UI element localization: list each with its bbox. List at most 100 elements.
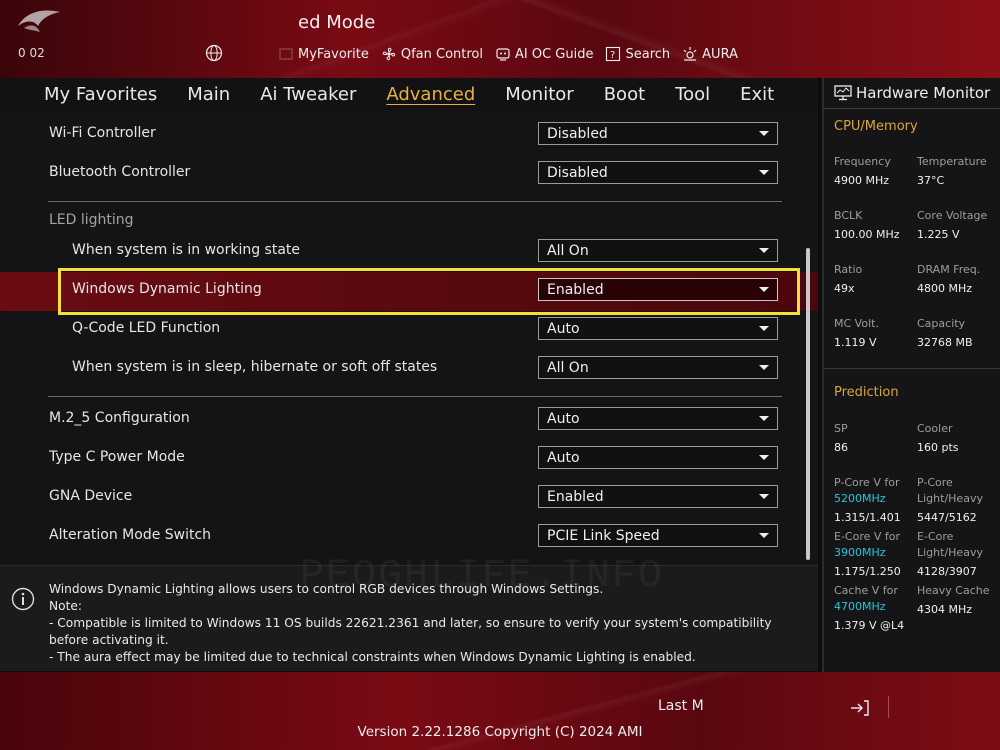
help-panel: PEOGHLIFE.INFO Windows Dynamic Lighting … bbox=[0, 554, 818, 671]
tab-my-favorites[interactable]: My Favorites bbox=[44, 84, 157, 105]
setting-row-working-state[interactable]: When system is in working state All On bbox=[0, 233, 818, 272]
mode-title: ed Mode bbox=[298, 12, 376, 33]
hw-bclk: BCLK 100.00 MHz bbox=[834, 208, 900, 243]
hw-key: BCLK bbox=[834, 209, 863, 222]
dropdown-caret-icon bbox=[759, 326, 769, 331]
ai-oc-guide-button[interactable]: AI OC Guide bbox=[495, 46, 593, 62]
hw-key: SP bbox=[834, 422, 848, 435]
dropdown-caret-icon bbox=[759, 365, 769, 370]
hw-key: P-Core V for bbox=[834, 476, 900, 489]
myfavorite-button[interactable]: MyFavorite bbox=[278, 46, 369, 62]
footer-bar: Last M Version 2.22.1286 Copyright (C) 2… bbox=[0, 672, 1000, 750]
gna-device-value: Enabled bbox=[547, 488, 604, 505]
settings-scrollbar[interactable] bbox=[806, 248, 810, 560]
aura-button[interactable]: AURA bbox=[682, 46, 738, 62]
typec-power-select[interactable]: Auto bbox=[538, 446, 778, 469]
monitor-icon bbox=[834, 85, 852, 101]
hw-value: 160 pts bbox=[917, 441, 959, 454]
last-modified-button[interactable]: Last M bbox=[658, 698, 704, 714]
help-description: Windows Dynamic Lighting allows users to… bbox=[49, 581, 809, 666]
hw-value: 1.225 V bbox=[917, 228, 960, 241]
tab-ai-tweaker[interactable]: Ai Tweaker bbox=[260, 84, 356, 105]
bluetooth-controller-label: Bluetooth Controller bbox=[49, 164, 191, 180]
ai-guide-icon bbox=[496, 48, 510, 61]
hw-key: Light/Heavy bbox=[917, 546, 983, 559]
hw-ecore-v: E-Core V for 3900MHz 1.175/1.250 bbox=[834, 529, 901, 580]
setting-row-sleep-state[interactable]: When system is in sleep, hibernate or so… bbox=[0, 350, 818, 389]
alteration-mode-select[interactable]: PCIE Link Speed bbox=[538, 524, 778, 547]
hw-value: 4304 MHz bbox=[917, 603, 973, 616]
favorite-icon bbox=[279, 48, 293, 60]
hw-freq-highlight: 3900MHz bbox=[834, 546, 886, 559]
language-globe-icon[interactable] bbox=[205, 44, 223, 62]
setting-row-qcode[interactable]: Q-Code LED Function Auto bbox=[0, 311, 818, 350]
sleep-state-select[interactable]: All On bbox=[538, 356, 778, 379]
wifi-controller-select[interactable]: Disabled bbox=[538, 122, 778, 145]
date-time: 0 02 bbox=[18, 46, 45, 60]
search-icon: ? bbox=[606, 46, 621, 62]
working-state-select[interactable]: All On bbox=[538, 239, 778, 262]
hw-key: P-Core bbox=[917, 476, 953, 489]
setting-row-gna[interactable]: GNA Device Enabled bbox=[0, 479, 818, 518]
setting-row-wifi[interactable]: Wi-Fi Controller Disabled bbox=[0, 116, 818, 155]
tab-boot[interactable]: Boot bbox=[604, 84, 645, 105]
gna-device-label: GNA Device bbox=[49, 488, 133, 504]
hw-key: Ratio bbox=[834, 263, 863, 276]
hw-freq-highlight: 4700MHz bbox=[834, 600, 886, 613]
gna-device-select[interactable]: Enabled bbox=[538, 485, 778, 508]
hw-temperature: Temperature 37°C bbox=[917, 154, 987, 189]
tab-exit[interactable]: Exit bbox=[740, 84, 774, 105]
help-line: Note: bbox=[49, 599, 82, 613]
hw-value: 32768 MB bbox=[917, 336, 973, 349]
m2-5-config-value: Auto bbox=[547, 410, 580, 427]
hw-value: 37°C bbox=[917, 174, 945, 187]
hw-key: Frequency bbox=[834, 155, 891, 168]
highlight-annotation-frame bbox=[58, 268, 800, 315]
tab-tool[interactable]: Tool bbox=[675, 84, 710, 105]
working-state-value: All On bbox=[547, 242, 589, 259]
setting-row-bluetooth[interactable]: Bluetooth Controller Disabled bbox=[0, 155, 818, 194]
footer-divider bbox=[888, 696, 889, 718]
m2-5-config-select[interactable]: Auto bbox=[538, 407, 778, 430]
hw-mc-volt: MC Volt. 1.119 V bbox=[834, 316, 879, 351]
qfan-control-button[interactable]: Qfan Control bbox=[381, 46, 483, 62]
hw-divider bbox=[824, 108, 1000, 109]
hw-key: E-Core V for bbox=[834, 530, 901, 543]
help-line: Windows Dynamic Lighting allows users to… bbox=[49, 582, 604, 596]
hw-value: 100.00 MHz bbox=[834, 228, 900, 241]
hw-value: 86 bbox=[834, 441, 848, 454]
tab-main[interactable]: Main bbox=[187, 84, 230, 105]
search-button[interactable]: ? Search bbox=[605, 46, 670, 62]
hw-frequency: Frequency 4900 MHz bbox=[834, 154, 891, 189]
bluetooth-controller-select[interactable]: Disabled bbox=[538, 161, 778, 184]
exit-icon[interactable] bbox=[850, 699, 870, 717]
main-menu-bar: My Favorites Main Ai Tweaker Advanced Mo… bbox=[0, 78, 818, 110]
hw-pcore-light-heavy: P-Core Light/Heavy 5447/5162 bbox=[917, 475, 983, 526]
aura-label: AURA bbox=[702, 46, 738, 62]
tab-advanced[interactable]: Advanced bbox=[386, 84, 475, 105]
qcode-led-value: Auto bbox=[547, 320, 580, 337]
setting-row-typec[interactable]: Type C Power Mode Auto bbox=[0, 440, 818, 479]
hw-value: 1.175/1.250 bbox=[834, 565, 901, 578]
hw-key: DRAM Freq. bbox=[917, 263, 981, 276]
dropdown-caret-icon bbox=[759, 416, 769, 421]
qcode-led-label: Q-Code LED Function bbox=[72, 320, 221, 336]
led-lighting-section-label: LED lighting bbox=[49, 212, 134, 228]
hw-pcore-v: P-Core V for 5200MHz 1.315/1.401 bbox=[834, 475, 901, 526]
hardware-monitor-title: Hardware Monitor bbox=[834, 84, 990, 102]
sleep-state-label: When system is in sleep, hibernate or so… bbox=[72, 359, 438, 375]
hw-key: Light/Heavy bbox=[917, 492, 983, 505]
hw-value: 5447/5162 bbox=[917, 511, 977, 524]
hw-ratio: Ratio 49x bbox=[834, 262, 862, 297]
hw-value: 4128/3907 bbox=[917, 565, 977, 578]
tab-monitor[interactable]: Monitor bbox=[505, 84, 573, 105]
setting-row-alteration[interactable]: Alteration Mode Switch PCIE Link Speed bbox=[0, 518, 818, 557]
top-header: ed Mode 0 02 MyFavorite Qfan Control AI … bbox=[0, 0, 1000, 78]
qcode-led-select[interactable]: Auto bbox=[538, 317, 778, 340]
dropdown-caret-icon bbox=[759, 248, 769, 253]
hw-freq-highlight: 5200MHz bbox=[834, 492, 886, 505]
hw-core-voltage: Core Voltage 1.225 V bbox=[917, 208, 987, 243]
dropdown-caret-icon bbox=[759, 455, 769, 460]
svg-text:?: ? bbox=[610, 50, 615, 61]
setting-row-m2-5[interactable]: M.2_5 Configuration Auto bbox=[0, 401, 818, 440]
